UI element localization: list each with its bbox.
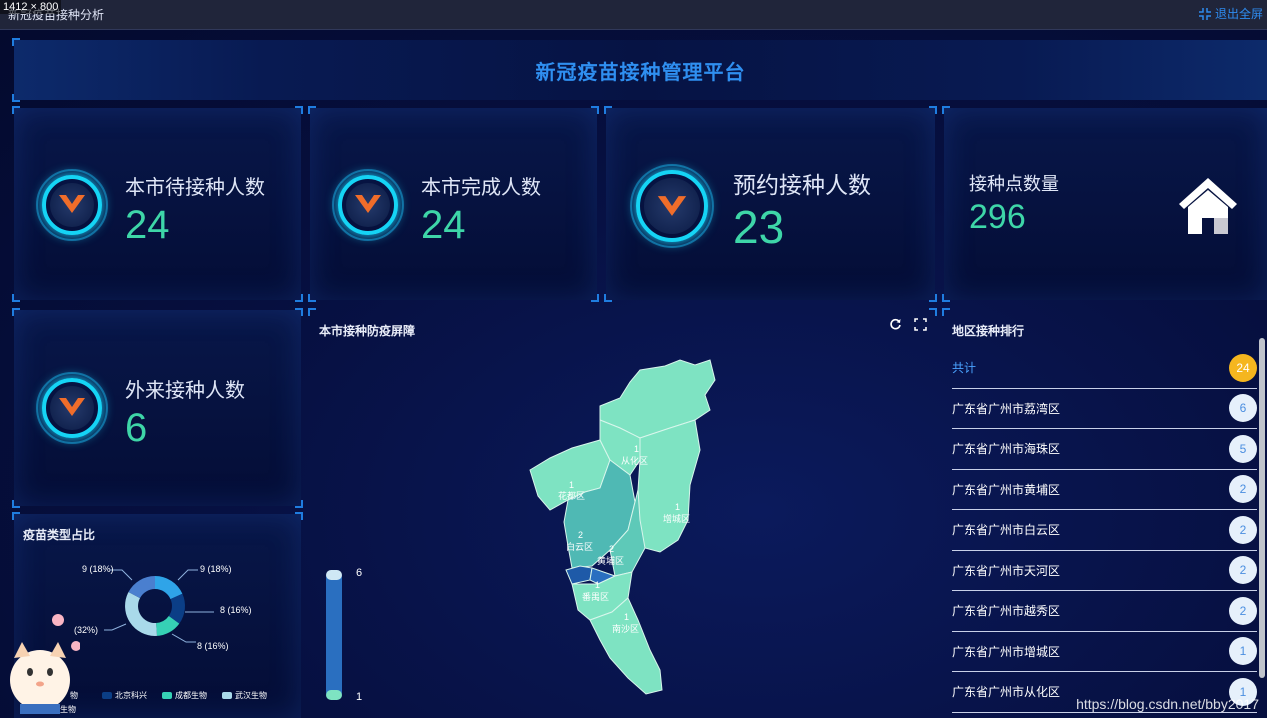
ranking-panel: 地区接种排行 共计 24 广东省广州市荔湾区 6 广东省广州市海珠区 5 广东省… — [942, 308, 1267, 718]
syringe-v-icon — [36, 372, 108, 444]
header-panel: 新冠疫苗接种管理平台 — [12, 38, 1267, 102]
ranking-name: 共计 — [952, 361, 977, 376]
ranking-row[interactable]: 广东省广州市黄埔区 2 — [952, 470, 1257, 510]
stat-label: 外来接种人数 — [125, 380, 245, 402]
district-value: 2 — [609, 544, 615, 554]
home-icon — [1179, 178, 1237, 234]
ranking-count-badge: 1 — [1229, 637, 1257, 666]
donut-slice — [125, 592, 157, 636]
ranking-row[interactable]: 广东省广州市白云区 2 — [952, 510, 1257, 551]
ranking-row-total[interactable]: 共计 24 — [952, 348, 1257, 389]
district-name: 白云区 — [566, 542, 594, 552]
ranking-count-badge: 2 — [1229, 515, 1257, 544]
stat-card-external: 外来接种人数 6 — [12, 308, 303, 508]
ranking-count-badge: 2 — [1229, 475, 1257, 504]
district-name: 南沙区 — [612, 624, 640, 634]
district-name: 增城区 — [663, 514, 691, 524]
visual-map-max: 6 — [356, 567, 363, 579]
district-name: 黄埔区 — [597, 556, 625, 566]
stat-card-sites: 接种点数量 296 — [942, 106, 1267, 302]
stat-label: 本市待接种人数 — [125, 177, 265, 199]
district-value: 1 — [675, 502, 681, 512]
ranking-count-badge: 5 — [1229, 434, 1257, 463]
ranking-row[interactable]: 广东省广州市海珠区 5 — [952, 429, 1257, 470]
stat-value: 24 — [421, 203, 466, 247]
dimensions-label: 1412 × 800 — [0, 0, 62, 14]
ranking-row[interactable]: 广东省广州市增城区 1 — [952, 632, 1257, 672]
ranking-row[interactable]: 广东省广州市越秀区 2 — [952, 591, 1257, 632]
ranking-count-badge: 24 — [1229, 353, 1257, 382]
legend-item[interactable]: 武汉生物 — [222, 690, 267, 701]
ranking-name: 广东省广州市黄埔区 — [952, 482, 1061, 497]
district-name: 从化区 — [621, 456, 649, 466]
visual-map-min: 1 — [356, 691, 363, 703]
mascot-sticker — [10, 614, 80, 714]
legend-item[interactable]: 成都生物 — [162, 690, 207, 701]
dashboard-stage: 新冠疫苗接种管理平台 本市待接种人数 24 本市完成人数 24 预约接种人数 2… — [0, 30, 1267, 718]
vaccine-type-panel: 疫苗类型占比 9 (18%) 9 (18%) 8 (16%) 8 (16%) (… — [10, 512, 303, 718]
ranking-row[interactable]: 广东省广州市荔湾区 6 — [952, 389, 1257, 429]
district-name: 番禺区 — [582, 592, 610, 602]
ranking-name: 广东省广州市从化区 — [952, 685, 1061, 700]
window-titlebar: 新冠疫苗接种分析 1412 × 800 退出全屏 — [0, 0, 1267, 30]
stat-card-pending: 本市待接种人数 24 — [12, 106, 303, 302]
map-district-conghua — [599, 359, 716, 439]
page-title: 新冠疫苗接种管理平台 — [535, 61, 746, 84]
district-value: 1 — [624, 612, 630, 622]
stat-value: 24 — [125, 203, 170, 247]
shrink-icon — [1198, 7, 1211, 20]
ranking-count-badge: 2 — [1229, 596, 1257, 625]
ranking-count-badge: 2 — [1229, 556, 1257, 585]
slice-label: 9 (18%) — [200, 564, 232, 574]
stat-label: 接种点数量 — [969, 174, 1059, 194]
ranking-name: 广东省广州市增城区 — [952, 644, 1061, 659]
ranking-list: 共计 24 广东省广州市荔湾区 6 广东省广州市海珠区 5 广东省广州市黄埔区 … — [952, 348, 1257, 713]
map-panel: 本市接种防疫屏障 1 从化区 1 花都区 1 增城区 2 白云区 2 黄埔区 1… — [308, 308, 937, 718]
syringe-v-icon — [630, 164, 714, 248]
stat-value: 6 — [125, 406, 148, 450]
syringe-v-icon — [332, 169, 404, 241]
stat-value: 23 — [733, 201, 785, 253]
map-district-liwan — [565, 565, 593, 585]
slice-label: 9 (18%) — [82, 564, 114, 574]
visual-map-bar — [326, 570, 342, 700]
ranking-name: 广东省广州市海珠区 — [952, 442, 1061, 457]
slice-label: 8 (16%) — [220, 605, 252, 615]
stat-card-completed: 本市完成人数 24 — [308, 106, 599, 302]
district-name: 花都区 — [558, 491, 586, 501]
exit-fullscreen-button[interactable]: 退出全屏 — [1198, 5, 1263, 22]
exit-fullscreen-label: 退出全屏 — [1214, 7, 1263, 21]
district-value: 1 — [634, 444, 640, 454]
watermark: https://blog.csdn.net/bby2017 — [1076, 696, 1259, 712]
ranking-name: 广东省广州市白云区 — [952, 523, 1061, 538]
legend-item[interactable]: 北京科兴 — [102, 690, 147, 701]
ranking-scrollbar[interactable] — [1259, 338, 1265, 678]
guangzhou-district-map — [326, 359, 716, 700]
district-value: 1 — [595, 580, 601, 590]
stat-card-appointments: 预约接种人数 23 — [604, 106, 937, 302]
stat-label: 预约接种人数 — [733, 172, 871, 198]
panel-title: 疫苗类型占比 — [23, 528, 96, 542]
ranking-count-badge: 6 — [1229, 394, 1257, 423]
stat-label: 本市完成人数 — [421, 177, 541, 199]
slice-label: 8 (16%) — [197, 641, 229, 651]
syringe-v-icon — [36, 169, 108, 241]
ranking-name: 广东省广州市荔湾区 — [952, 401, 1061, 416]
panel-title: 地区接种排行 — [952, 324, 1025, 338]
ranking-name: 广东省广州市天河区 — [952, 563, 1061, 578]
map-district-zengcheng — [634, 419, 701, 553]
ranking-row[interactable]: 广东省广州市天河区 2 — [952, 551, 1257, 591]
district-value: 2 — [578, 530, 584, 540]
ranking-name: 广东省广州市越秀区 — [952, 604, 1061, 619]
stat-value: 296 — [969, 198, 1026, 236]
